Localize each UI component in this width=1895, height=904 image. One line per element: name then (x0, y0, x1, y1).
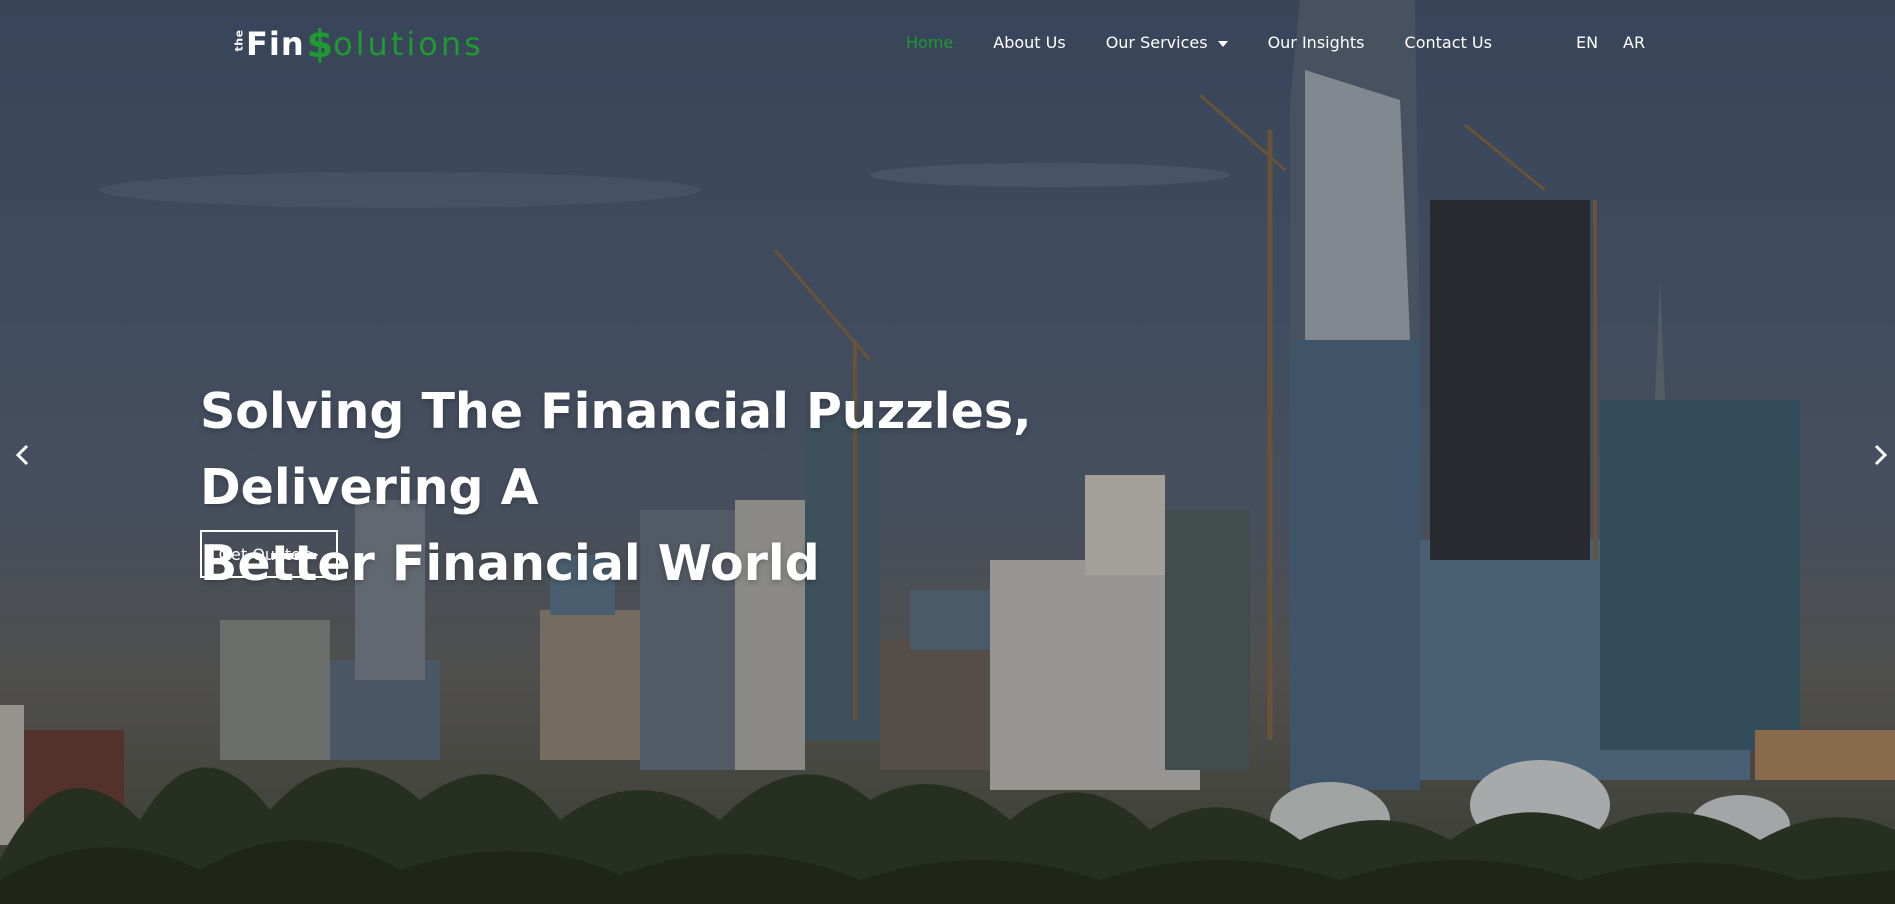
nav-item-label: Contact Us (1404, 33, 1492, 52)
logo-fin-text: Fin (246, 25, 305, 63)
nav-item-label: Our Insights (1267, 33, 1365, 52)
slider-prev-button[interactable] (8, 440, 38, 470)
nav-item-about-us[interactable]: About Us (993, 33, 1065, 52)
nav-item-label: About Us (993, 33, 1066, 52)
nav-item-our-services[interactable]: Our Services (1106, 33, 1228, 52)
hero-headline: Solving The Financial Puzzles, Deliverin… (200, 374, 1300, 602)
hero-headline-line-1: Solving The Financial Puzzles, Deliverin… (200, 383, 1032, 516)
logo-the-text: the (232, 28, 246, 51)
nav-item-contact-us[interactable]: Contact Us (1405, 33, 1492, 52)
nav-item-home[interactable]: Home (906, 33, 953, 52)
nav-item-label: Our Services (1105, 33, 1208, 52)
main-navigation: Home About Us Our Services Our Insights … (906, 33, 1532, 52)
caret-down-icon (1217, 40, 1228, 47)
language-ar-link[interactable]: AR (1623, 33, 1645, 52)
logo-solutions-text: olutions (333, 25, 484, 63)
get-quote-button[interactable]: Get Quote > (200, 530, 338, 578)
chevron-left-icon (15, 444, 29, 466)
nav-item-label: Home (906, 33, 954, 52)
brand-logo[interactable]: the Fin $ olutions (232, 20, 484, 68)
logo-dollar-icon: $ (306, 22, 334, 66)
slider-next-button[interactable] (1865, 440, 1895, 470)
nav-item-our-insights[interactable]: Our Insights (1268, 33, 1365, 52)
language-en-link[interactable]: EN (1576, 33, 1598, 52)
chevron-right-icon (1874, 444, 1888, 466)
